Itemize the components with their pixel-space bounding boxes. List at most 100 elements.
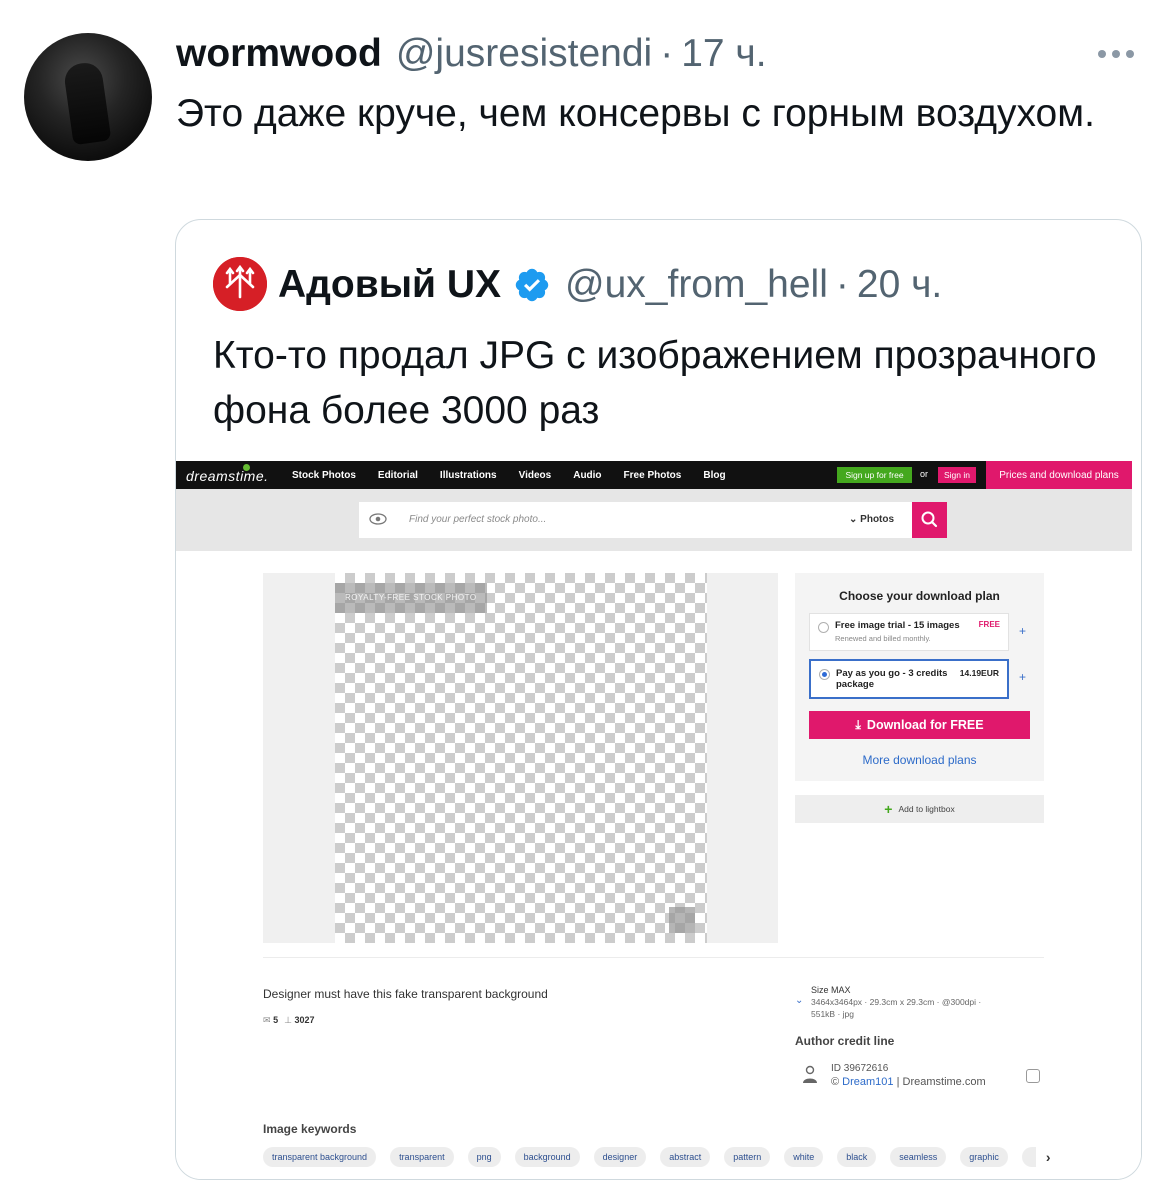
credit-site: | Dreamstime.com [896, 1076, 986, 1088]
credit-id: ID 39672616 [831, 1063, 889, 1074]
add-to-lightbox-button: + Add to lightbox [795, 795, 1044, 823]
option2-title: Pay as you go - 3 credits package [836, 668, 948, 690]
download-free-button: ⤓ Download for FREE [809, 711, 1030, 739]
keyword-chip: background [514, 1147, 580, 1167]
likes-icon: ✉ [263, 1015, 271, 1025]
signup-button: Sign up for free [837, 467, 912, 483]
nav-item-free-photos: Free Photos [623, 469, 682, 481]
plan-title: Choose your download plan [839, 589, 1000, 603]
keywords-title: Image keywords [263, 1122, 357, 1136]
keyword-chip: seamless [890, 1147, 947, 1167]
eye-icon [369, 513, 387, 525]
search-input: Find your perfect stock photo... ⌄ Photo… [359, 502, 947, 538]
option1-title: Free image trial - 15 images [835, 620, 960, 631]
search-placeholder: Find your perfect stock photo... [409, 514, 547, 525]
chevron-down-icon: ⌄ [795, 995, 804, 1006]
watermark-corner [669, 907, 695, 933]
quoted-user-avatar[interactable] [213, 257, 267, 311]
nav-item-videos: Videos [518, 469, 552, 481]
image-caption: Designer must have this fake transparent… [263, 987, 548, 1001]
image-stats: ✉ 5 ⊥ 3027 [263, 1015, 314, 1026]
meta-separator: · [660, 32, 674, 75]
signin-button: Sign in [938, 467, 976, 483]
radio-pay-as-you-go [819, 669, 830, 680]
plan-option-free-trial: Free image trial - 15 images Renewed and… [809, 613, 1009, 651]
keyword-chip: white [784, 1147, 824, 1167]
keyword-chip: abstract [660, 1147, 711, 1167]
downloads-icon: ⊥ [284, 1015, 292, 1025]
keyword-chip: pattern [724, 1147, 771, 1167]
author-name[interactable]: wormwood [176, 32, 382, 76]
tweet-time[interactable]: 17 ч. [681, 32, 766, 76]
nav-item-audio: Audio [573, 469, 602, 481]
radio-free-trial [818, 622, 829, 633]
logo-dot [243, 464, 250, 471]
tweet-text: Это даже круче, чем консервы с горным во… [176, 92, 1095, 135]
more-options-icon[interactable] [1098, 44, 1138, 64]
attached-screenshot[interactable]: dreamstime. Stock Photos Editorial Illus… [176, 461, 1141, 1179]
search-type-label: Photos [860, 514, 895, 525]
downloads-count: 3027 [294, 1015, 315, 1025]
verified-badge-icon [515, 268, 549, 302]
nav-item-editorial: Editorial [377, 469, 418, 481]
plus-icon: + [884, 801, 893, 817]
download-plan-panel: Choose your download plan Free image tri… [795, 573, 1044, 781]
search-bar: Find your perfect stock photo... ⌄ Photo… [176, 489, 1132, 551]
prices-button: Prices and download plans [986, 461, 1132, 489]
lightbox-label: Add to lightbox [898, 804, 955, 814]
credit-line: © Dream101 | Dreamstime.com [831, 1076, 986, 1088]
download-button-label: Download for FREE [866, 718, 984, 732]
quoted-author-handle[interactable]: @ux_from_hell [565, 263, 828, 307]
keyword-chip: black [837, 1147, 877, 1167]
nav-menu: Stock Photos Editorial Illustrations Vid… [292, 461, 726, 489]
keyword-chip: transparent [390, 1147, 454, 1167]
size-format: 551kB · jpg [811, 1009, 854, 1019]
option1-subtitle: Renewed and billed monthly. [835, 634, 931, 643]
site-navbar: dreamstime. Stock Photos Editorial Illus… [176, 461, 1132, 489]
search-icon [921, 511, 938, 528]
quoted-tweet-header: Адовый UX @ux_from_hell · 20 ч. [278, 260, 942, 310]
meta-separator: · [835, 263, 849, 306]
quoted-author-name[interactable]: Адовый UX [278, 263, 501, 307]
section-divider [263, 957, 1044, 958]
tweet-header: wormwood @jusresistendi · 17 ч. [176, 30, 767, 78]
author-link: Dream101 [842, 1076, 894, 1088]
more-plans-link: More download plans [862, 753, 977, 767]
person-icon [803, 1065, 817, 1083]
trident-icon [213, 257, 267, 311]
expand-plus-icon: + [1019, 670, 1027, 684]
size-title: Size MAX [811, 985, 851, 995]
keyword-chip: png [467, 1147, 501, 1167]
keyword-chip: transparent background [263, 1147, 377, 1167]
quoted-tweet-card[interactable]: Адовый UX @ux_from_hell · 20 ч. Кто-то п… [175, 219, 1142, 1180]
download-icon: ⤓ [855, 717, 861, 732]
quoted-tweet-text: Кто-то продал JPG с изображением прозрач… [213, 334, 1097, 432]
keyword-chip-truncated [1021, 1147, 1036, 1167]
nav-item-blog: Blog [703, 469, 726, 481]
credit-title: Author credit line [795, 1034, 895, 1048]
size-details: 3464x3464px · 29.3cm x 29.3cm · @300dpi … [811, 997, 982, 1007]
option2-price: 14.19EUR [959, 668, 999, 678]
free-badge: FREE [978, 620, 1000, 629]
author-handle[interactable]: @jusresistendi [396, 32, 652, 76]
checkerboard-image: ROYALTY-FREE STOCK PHOTO [335, 573, 707, 943]
keyword-list: transparent background transparent png b… [263, 1147, 1051, 1167]
quoted-tweet-time[interactable]: 20 ч. [857, 263, 942, 307]
royalty-free-label: ROYALTY-FREE STOCK PHOTO [335, 583, 487, 613]
search-button [912, 502, 947, 538]
keyword-chip: designer [593, 1147, 647, 1167]
image-preview-area: ROYALTY-FREE STOCK PHOTO [263, 573, 778, 943]
plan-option-pay-as-you-go: Pay as you go - 3 credits package 14.19E… [809, 659, 1009, 699]
chevron-right-icon: › [1045, 1149, 1051, 1165]
likes-count: 5 [273, 1015, 279, 1025]
nav-item-illustrations: Illustrations [439, 469, 497, 481]
search-type-select: ⌄ Photos [849, 514, 895, 525]
keyword-chip: graphic [960, 1147, 1008, 1167]
expand-plus-icon: + [1019, 624, 1027, 638]
user-avatar[interactable] [24, 33, 152, 161]
copy-icon [1026, 1069, 1040, 1083]
copyright-sign: © [831, 1076, 840, 1088]
or-label: or [920, 469, 929, 479]
site-logo: dreamstime. [186, 468, 269, 484]
nav-item-stock-photos: Stock Photos [292, 469, 356, 481]
